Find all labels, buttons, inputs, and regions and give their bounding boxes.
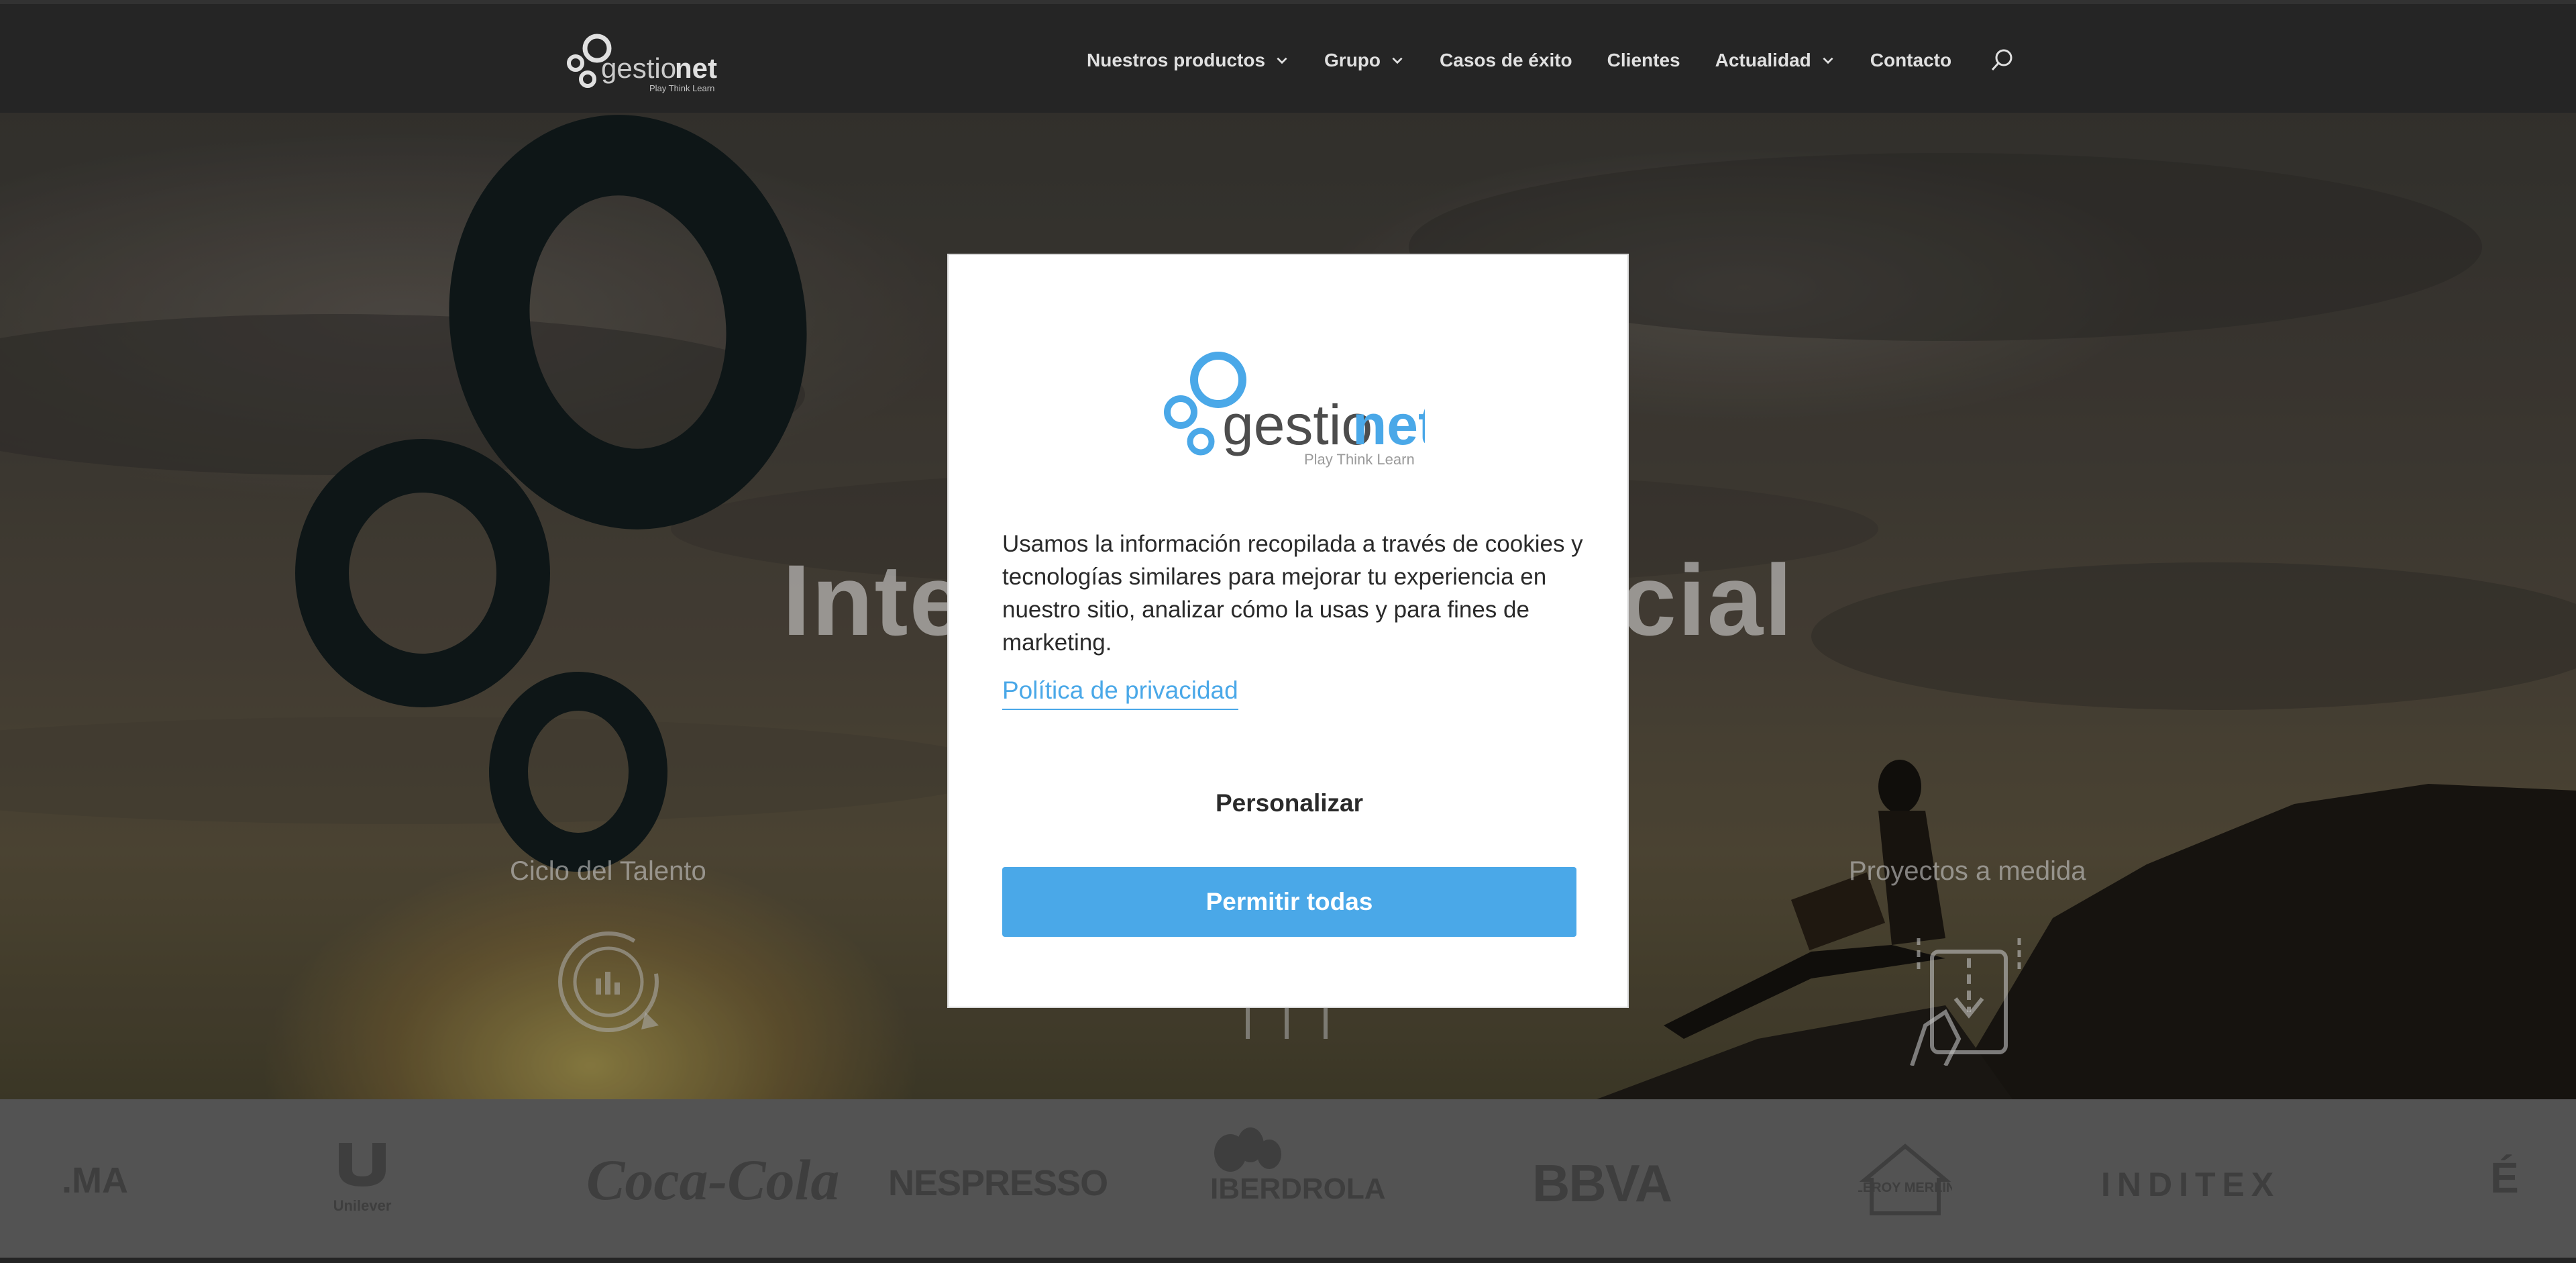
cookie-message: Usamos la información recopilada a travé… (1002, 531, 1583, 656)
modal-logo-text-left: gestio (1222, 393, 1373, 456)
allow-all-button[interactable]: Permitir todas (1002, 867, 1576, 937)
modal-logo-text-right: net (1352, 393, 1425, 456)
privacy-policy-link[interactable]: Política de privacidad (1002, 676, 1238, 710)
customize-button[interactable]: Personalizar (949, 789, 1630, 817)
cookie-consent-modal: gestio net Play Think Learn Usamos la in… (947, 254, 1629, 1008)
modal-logo-tagline: Play Think Learn (1304, 451, 1415, 468)
modal-logo: gestio net Play Think Learn (1157, 349, 1437, 470)
gestionet-logo-icon: gestio net Play Think Learn (1164, 352, 1437, 468)
